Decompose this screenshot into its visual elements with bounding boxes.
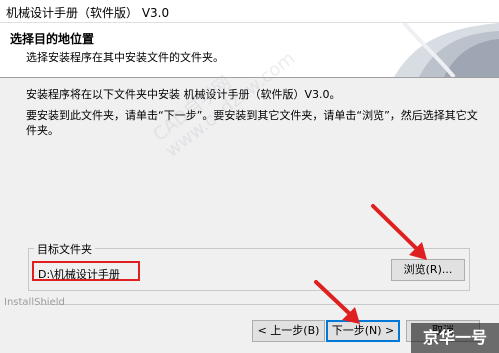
- brand-logo-text: 京华一号: [422, 328, 487, 347]
- wizard-header: 选择目的地位置 选择安装程序在其中安装文件的文件夹。: [0, 23, 499, 78]
- installer-banner-graphic: [374, 23, 499, 77]
- installshield-label: InstallShield: [4, 297, 65, 308]
- destination-path: D:\机械设计手册: [32, 261, 140, 281]
- instruction-text: 要安装到此文件夹，请单击“下一步”。要安装到其它文件夹，请单击“浏览”，然后选择…: [26, 109, 478, 137]
- destination-group-label: 目标文件夹: [34, 241, 95, 257]
- header-subtitle: 选择安装程序在其中安装文件的文件夹。: [26, 51, 224, 64]
- title-bar: 机械设计手册（软件版） V3.0: [0, 0, 499, 23]
- window-title: 机械设计手册（软件版） V3.0: [6, 6, 170, 20]
- brand-logo: 京华一号: [411, 323, 499, 353]
- next-button[interactable]: 下一步(N) >: [326, 320, 400, 342]
- back-button[interactable]: < 上一步(B): [252, 320, 325, 342]
- browse-button[interactable]: 浏览(R)...: [391, 259, 465, 281]
- footer-divider: [40, 304, 499, 305]
- info-text: 安装程序将在以下文件夹中安装 机械设计手册（软件版）V3.0。: [26, 88, 341, 101]
- header-title: 选择目的地位置: [10, 32, 95, 46]
